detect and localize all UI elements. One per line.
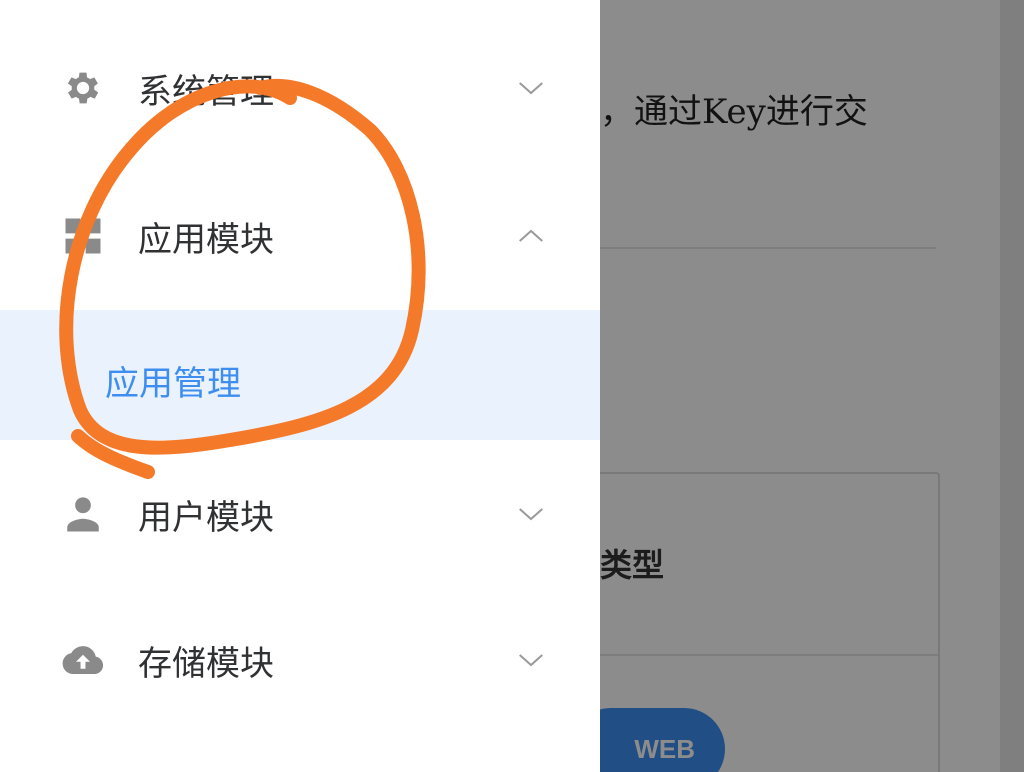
chevron-up-icon [519,229,543,242]
drawer-backdrop[interactable] [600,0,1024,772]
grid-icon [65,218,101,254]
chevron-down-icon [519,82,543,95]
sidebar-item-system[interactable]: 系统管理 [0,38,600,138]
sidebar-item-user-module[interactable]: 用户模块 [0,464,600,564]
sidebar-item-storage-module[interactable]: 存储模块 [0,610,600,710]
chevron-down-icon [519,654,543,667]
sidebar-item-label: 应用模块 [138,219,274,260]
chevron-down-icon [519,508,543,521]
user-icon [67,497,99,532]
sidebar-drawer: 系统管理 应用模块 应用管理 用户模块 存储模块 [0,0,600,772]
sidebar-item-label: 存储模块 [138,643,274,684]
sidebar-subitem-label: 应用管理 [105,364,241,404]
sidebar-subitem-app-management[interactable]: 应用管理 [0,310,600,440]
cloud-upload-icon [62,646,104,674]
sidebar-item-label: 系统管理 [138,71,274,112]
sidebar-item-label: 用户模块 [138,497,274,538]
gear-icon [67,72,99,104]
sidebar-item-app-module[interactable]: 应用模块 [0,186,600,286]
